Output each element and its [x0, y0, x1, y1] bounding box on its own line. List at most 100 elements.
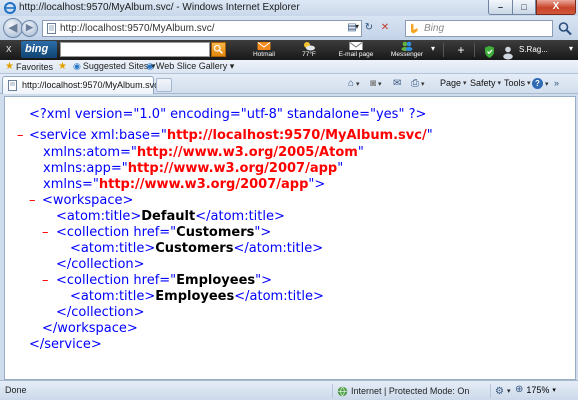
window-title: http://localhost:9570/MyAlbum.svc/ - Win… [19, 2, 300, 13]
workspace-tag: <workspace> [42, 193, 134, 208]
home-dropdown-icon: ▾ [356, 80, 360, 88]
zoom-dropdown-icon: ▾ [552, 386, 556, 394]
hotmail-button[interactable]: Hotmail [249, 41, 279, 59]
new-tab-button[interactable] [156, 78, 172, 92]
active-tab[interactable]: http://localhost:9570/MyAlbum.svc/ [2, 76, 161, 94]
address-bar[interactable]: http://localhost:9570/MyAlbum.svc/ ▾ [42, 20, 362, 37]
home-button[interactable]: ⌂ ▾ [348, 78, 360, 89]
app-ns-attr: xmlns:app=" [43, 161, 128, 176]
favorites-button[interactable]: ★ Favorites [5, 61, 53, 72]
addons-icon: ⚙ [495, 385, 504, 397]
collection-title-text: Employees [155, 289, 235, 304]
zoom-control[interactable]: ⊕ 175% ▾ [515, 384, 556, 395]
collection-close-tag: </collection> [56, 257, 145, 273]
print-dropdown-icon: ▾ [421, 80, 425, 88]
web-slice-gallery-link[interactable]: ◉ Web Slice Gallery ▾ [146, 61, 234, 72]
close-button[interactable]: X [536, 0, 576, 15]
tools-menu[interactable]: Tools ▾ [504, 78, 531, 88]
back-button[interactable]: ◀ [3, 18, 23, 38]
shield-icon[interactable] [484, 43, 495, 61]
tools-menu-label: Tools [504, 78, 526, 88]
workspace-title-text: Default [141, 209, 196, 224]
stop-icon[interactable]: ✕ [378, 21, 392, 35]
bing-search-button[interactable] [211, 42, 226, 57]
messenger-label: Messenger [390, 51, 424, 58]
workspace-close-tag: </workspace> [42, 321, 138, 337]
collection-href-value: Employees [176, 273, 256, 288]
favorites-bar: ★ Favorites ★ ◉ Suggested Sites ▾ ◉ Web … [0, 60, 578, 74]
print-button[interactable]: ⎙ ▾ [411, 78, 425, 89]
status-bar: Done Internet | Protected Mode: On ⚙ ▾ ⊕ … [0, 380, 578, 400]
messenger-button[interactable]: Messenger [385, 41, 429, 59]
search-box[interactable]: Bing [405, 20, 553, 37]
page-dropdown-icon: ▾ [463, 80, 467, 87]
web-slice-gallery-label: Web Slice Gallery ▾ [155, 61, 235, 71]
suggested-sites-link[interactable]: ◉ Suggested Sites ▾ [73, 61, 155, 72]
atom-title-open: <atom:title> [56, 209, 142, 224]
compatibility-view-icon[interactable]: ▤ [345, 21, 359, 35]
service-app-ns: xmlns:app="http://www.w3.org/2007/app" [43, 161, 343, 177]
add-icon[interactable]: + [456, 43, 466, 61]
back-arrow-icon: ◀ [8, 22, 18, 34]
email-page-button[interactable]: E-mail page [334, 41, 378, 59]
xml-declaration: <?xml version="1.0" encoding="utf-8" sta… [29, 107, 426, 123]
read-mail-button[interactable]: ✉ [393, 78, 401, 89]
title-bar: http://localhost:9570/MyAlbum.svc/ - Win… [0, 0, 578, 16]
overflow-chevron-icon[interactable]: » [554, 78, 559, 88]
weather-icon [304, 42, 315, 51]
forward-button[interactable]: ▶ [21, 20, 38, 37]
service-base-value: http://localhost:9570/MyAlbum.svc/ [166, 128, 427, 143]
collapse-collection-toggle[interactable]: – [42, 273, 49, 289]
maximize-icon: □ [521, 2, 527, 12]
safety-dropdown-icon: ▾ [497, 80, 502, 87]
ie-logo-icon [4, 2, 16, 14]
atom-title-close: </atom:title> [195, 209, 285, 224]
service-tag-start: <service xml:base=" [29, 128, 167, 143]
collapse-service-toggle[interactable]: – [17, 128, 24, 144]
tools-dropdown-icon: ▾ [527, 80, 531, 87]
hotmail-icon [257, 42, 271, 50]
search-icon[interactable] [557, 21, 573, 36]
add-to-favorites-button[interactable]: ★ [58, 61, 67, 72]
page-menu[interactable]: Page ▾ [440, 78, 467, 88]
collection-title: <atom:title>Employees</atom:title> [70, 289, 324, 305]
bing-search-input[interactable] [60, 42, 210, 57]
pi-close: ?> [404, 107, 427, 122]
home-icon: ⌂ [348, 78, 355, 89]
status-text: Done [5, 385, 27, 395]
bing-toolbar: x bing Hotmail 77°F E-mail page Messenge… [0, 40, 578, 60]
address-url[interactable]: http://localhost:9570/MyAlbum.svc/ [60, 23, 215, 34]
weather-label: 77°F [302, 51, 316, 58]
safety-menu[interactable]: Safety ▾ [470, 78, 501, 88]
security-zone[interactable]: Internet | Protected Mode: On [332, 384, 469, 398]
workspace-open-tag: <workspace> [42, 193, 133, 209]
manage-addons-button[interactable]: ⚙ ▾ [490, 384, 510, 398]
minimize-button[interactable]: – [488, 0, 512, 15]
collection-tag-end: "> [254, 225, 272, 240]
service-open-tag: <service xml:base="http://localhost:9570… [29, 128, 433, 144]
email-page-label: E-mail page [338, 51, 374, 58]
service-base-quote: " [426, 128, 433, 143]
atom-title-close: </atom:title> [234, 289, 324, 304]
maximize-button[interactable]: □ [512, 0, 536, 15]
suggested-sites-icon: ◉ [73, 61, 81, 71]
signed-in-user[interactable]: S.Rag... [519, 45, 548, 54]
collection-href-value: Customers [176, 225, 255, 240]
security-zone-label: Internet | Protected Mode: On [351, 386, 470, 396]
refresh-icon[interactable]: ↻ [362, 21, 376, 35]
weather-button[interactable]: 77°F [294, 41, 324, 59]
user-icon[interactable] [502, 43, 514, 61]
close-toolbar-icon[interactable]: x [6, 43, 12, 55]
pi-attrs: version="1.0" encoding="utf-8" standalon… [74, 107, 405, 122]
help-button[interactable]: ? ▾ [532, 78, 549, 89]
collapse-workspace-toggle[interactable]: – [29, 193, 36, 209]
email-icon [349, 42, 363, 50]
default-ns-value: http://www.w3.org/2007/app [98, 177, 309, 192]
feeds-button[interactable]: ◙ ▾ [370, 78, 382, 89]
collapse-collection-toggle[interactable]: – [42, 225, 49, 241]
service-end-tag: </service> [29, 337, 102, 352]
tab-label: http://localhost:9570/MyAlbum.svc/ [22, 80, 162, 90]
service-atom-ns: xmlns:atom="http://www.w3.org/2005/Atom" [43, 145, 364, 161]
zoom-icon: ⊕ [515, 384, 524, 395]
help-icon: ? [532, 78, 543, 89]
